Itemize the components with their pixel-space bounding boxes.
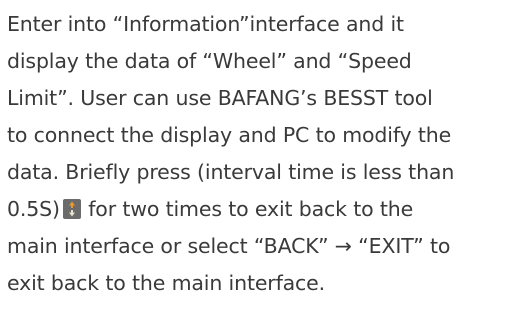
paragraph-line-7: main interface or select “BACK” → “EXIT”… (7, 234, 451, 258)
paragraph-line-2: display the data of “Wheel” and “Speed (7, 49, 412, 73)
up-down-arrow-button-icon (62, 199, 81, 219)
paragraph-line-1: Enter into “Information”interface and it (7, 12, 404, 36)
paragraph-line-6-start: 0.5S) (7, 197, 60, 221)
paragraph-line-6: 0.5S) for two times to exit back to the (7, 191, 527, 228)
paragraph-line-4: to connect the display and PC to modify … (7, 123, 452, 147)
paragraph-line-3: Limit”. User can use BAFANG’s BESST tool (7, 86, 433, 110)
paragraph-line-5: data. Briefly press (interval time is le… (7, 160, 455, 184)
paragraph-line-6-end: for two times to exit back to the (81, 197, 414, 221)
paragraph-line-8: exit back to the main interface. (7, 271, 326, 295)
instruction-paragraph: Enter into “Information”interface and it… (7, 6, 527, 302)
